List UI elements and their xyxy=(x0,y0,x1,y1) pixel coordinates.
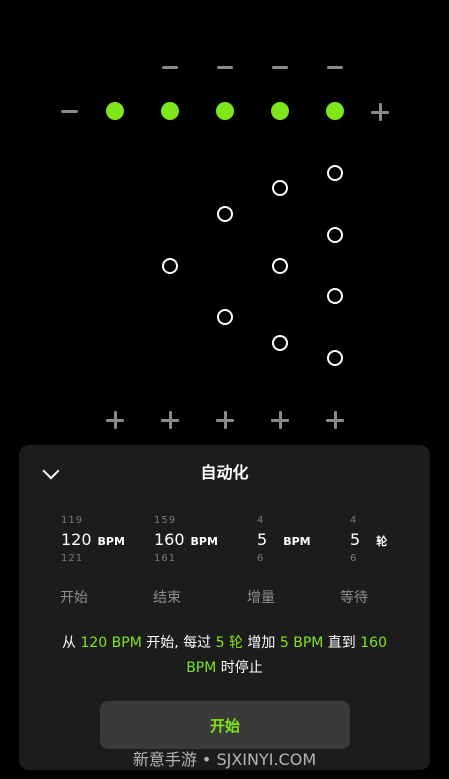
beat-dot-5[interactable] xyxy=(326,102,344,120)
beat-2-minus-button[interactable] xyxy=(217,66,233,69)
beat-3-minus-button[interactable] xyxy=(272,66,288,69)
beat-5-plus-button[interactable] xyxy=(326,411,344,429)
automation-panel: 自动化 119 120 BPM 121 159 160 BPM 161 4 5 BPM… xyxy=(19,445,430,770)
remove-beat-button[interactable] xyxy=(61,110,78,113)
subdivision-ring[interactable] xyxy=(217,309,233,325)
beat-4-plus-button[interactable] xyxy=(271,411,289,429)
wait-label: 等待 xyxy=(340,590,368,606)
beat-1-plus-button[interactable] xyxy=(106,411,124,429)
wait-rounds-picker[interactable]: 4 5轮 6 xyxy=(350,515,440,564)
watermark: 新意手游 • SJXINYI.COM xyxy=(132,750,317,769)
subdivision-ring[interactable] xyxy=(327,227,343,243)
end-bpm-picker[interactable]: 159 160 BPM 161 xyxy=(154,515,244,564)
beat-dot-1[interactable] xyxy=(106,102,124,120)
end-label: 结束 xyxy=(153,590,181,606)
subdivision-ring[interactable] xyxy=(327,350,343,366)
automation-summary: 从 120 BPM 开始, 每过 5 轮 增加 5 BPM 直到 160 BPM… xyxy=(62,635,387,676)
panel-title: 自动化 xyxy=(200,463,249,482)
subdivision-ring[interactable] xyxy=(217,206,233,222)
subdivision-ring[interactable] xyxy=(272,335,288,351)
start-bpm-picker[interactable]: 119 120 BPM 121 xyxy=(61,515,151,564)
beat-dot-2[interactable] xyxy=(161,102,179,120)
increment-label: 增量 xyxy=(247,590,275,606)
subdivision-ring[interactable] xyxy=(272,258,288,274)
beat-dot-4[interactable] xyxy=(271,102,289,120)
beat-2-plus-button[interactable] xyxy=(161,411,179,429)
beat-dot-3[interactable] xyxy=(216,102,234,120)
start-button[interactable]: 开始 xyxy=(100,701,350,749)
increment-picker[interactable]: 4 5 BPM 6 xyxy=(257,515,347,564)
beat-4-minus-button[interactable] xyxy=(327,66,343,69)
beat-1-minus-button[interactable] xyxy=(162,66,178,69)
start-label: 开始 xyxy=(60,590,88,606)
subdivision-ring[interactable] xyxy=(162,258,178,274)
subdivision-ring[interactable] xyxy=(272,180,288,196)
add-beat-button[interactable] xyxy=(371,103,389,121)
subdivision-ring[interactable] xyxy=(327,288,343,304)
subdivision-ring[interactable] xyxy=(327,165,343,181)
beat-3-plus-button[interactable] xyxy=(216,411,234,429)
